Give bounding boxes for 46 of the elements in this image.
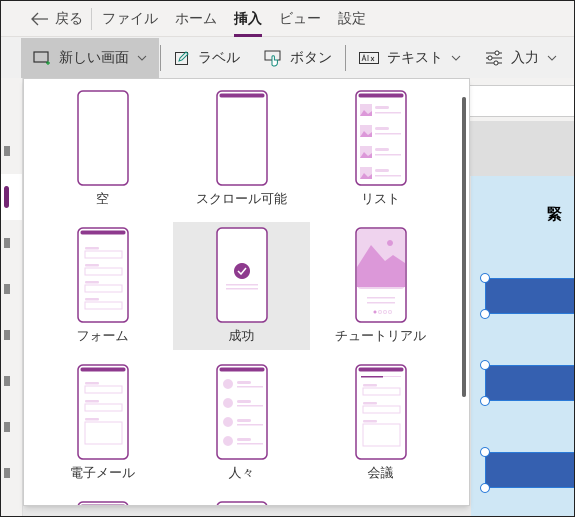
resize-handle[interactable] <box>480 308 490 318</box>
template-label: 空 <box>96 190 109 208</box>
ribbon-button[interactable]: ラベル <box>162 38 252 78</box>
template-label: 電子メール <box>70 464 135 482</box>
resize-handle[interactable] <box>480 272 490 282</box>
pencil-icon <box>174 50 190 66</box>
screen-template-option[interactable]: 会議 <box>312 359 449 487</box>
selected-button-control[interactable] <box>485 452 574 488</box>
ribbon-button[interactable]: テキスト <box>347 38 473 78</box>
menu-tab[interactable]: 設定 <box>338 1 366 36</box>
template-label: チュートリアル <box>335 327 426 345</box>
back-arrow-icon <box>31 12 49 26</box>
new-screen-icon <box>33 50 51 66</box>
screen-template-option[interactable]: スクロール可能 <box>173 85 310 213</box>
menu-tab[interactable]: ビュー <box>279 1 321 36</box>
resize-handle[interactable] <box>480 396 490 406</box>
screen-template-option[interactable]: チュートリアル <box>312 222 449 350</box>
button-click-icon <box>264 48 282 66</box>
template-label: リスト <box>361 190 400 208</box>
ribbon-button[interactable]: ボタン <box>252 38 344 78</box>
screen-template-option[interactable]: 人々 <box>173 359 310 487</box>
selected-button-control[interactable] <box>485 364 574 400</box>
scrollbar-thumb[interactable] <box>462 97 466 397</box>
template-label: スクロール可能 <box>196 190 287 208</box>
sliders-icon <box>485 50 503 66</box>
resize-handle[interactable] <box>480 360 490 370</box>
resize-handle[interactable] <box>480 446 490 456</box>
template-label: 人々 <box>228 464 254 482</box>
menu-tab[interactable]: ホーム <box>175 1 217 36</box>
screen-template-option[interactable]: フォーム <box>34 222 171 350</box>
template-label: 成功 <box>228 327 254 345</box>
back-button[interactable]: 戻る <box>31 8 91 29</box>
screen-template-option[interactable]: 空 <box>34 85 171 213</box>
screen-template-option[interactable]: 電子メール <box>34 359 171 487</box>
screen-template-option[interactable]: リスト <box>312 85 449 213</box>
rail-item[interactable] <box>1 174 22 220</box>
ribbon-button[interactable]: 入力 <box>473 38 569 78</box>
ribbon-button[interactable]: 新しい画面 <box>21 38 159 78</box>
selected-button-control[interactable] <box>485 278 574 314</box>
text-input-icon <box>359 50 379 64</box>
menu-tab[interactable]: ファイル <box>102 1 158 36</box>
template-label: 会議 <box>368 464 394 482</box>
template-label: フォーム <box>76 327 128 345</box>
screen-title: 緊 <box>546 205 563 225</box>
resize-handle[interactable] <box>480 482 490 492</box>
screen-template-option[interactable]: 成功 <box>173 222 310 350</box>
